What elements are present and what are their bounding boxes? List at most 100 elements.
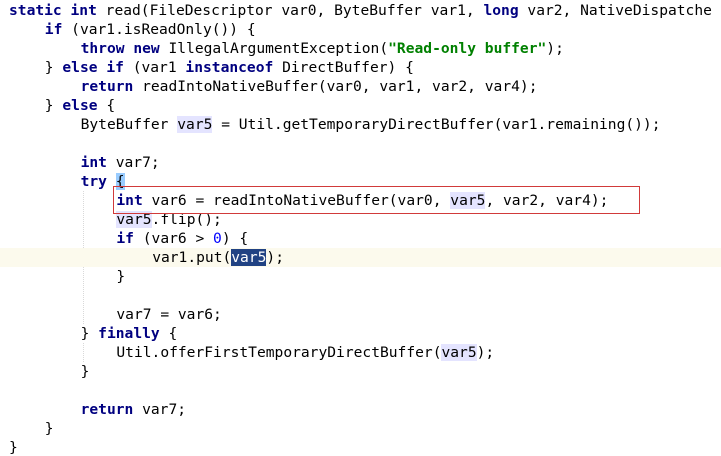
keyword: long xyxy=(483,2,519,19)
code-line[interactable]: } finally { xyxy=(0,324,721,343)
code-token: Util.offerFirstTemporaryDirectBuffer( xyxy=(116,344,442,361)
keyword: int xyxy=(70,2,97,19)
code-token: .flip(); xyxy=(151,211,222,228)
code-line[interactable]: int var6 = readIntoNativeBuffer(var0, va… xyxy=(0,191,721,210)
code-line-text: } else if (var1 instanceof DirectBuffer)… xyxy=(45,58,414,77)
code-line-text: ByteBuffer var5 = Util.getTemporaryDirec… xyxy=(81,115,661,134)
code-line-text: var7 = var6; xyxy=(116,305,221,324)
code-line-text: } xyxy=(116,267,125,286)
keyword: return xyxy=(80,401,134,418)
code-line[interactable]: return var7; xyxy=(0,400,721,419)
code-line-current[interactable]: var1.put(var5); xyxy=(0,248,721,267)
code-token: read(FileDescriptor var0, ByteBuffer var… xyxy=(96,2,484,19)
code-line-text: } finally { xyxy=(81,324,178,343)
code-line[interactable]: var5.flip(); xyxy=(0,210,721,229)
code-line[interactable] xyxy=(0,134,721,153)
code-line[interactable]: if (var1.isReadOnly()) { xyxy=(0,20,721,39)
code-line-text: var1.put(var5); xyxy=(152,248,284,267)
code-line-text: static int read(FileDescriptor var0, Byt… xyxy=(9,1,712,20)
code-line-text: try { xyxy=(81,172,125,191)
keyword: throw xyxy=(80,40,125,57)
code-token: , var2, var4); xyxy=(485,192,609,209)
code-token: ByteBuffer xyxy=(80,116,178,133)
code-line-text: Util.offerFirstTemporaryDirectBuffer(var… xyxy=(116,343,494,362)
matched-brace: { xyxy=(115,173,125,190)
keyword: finally xyxy=(98,325,160,342)
keyword: try xyxy=(80,173,107,190)
code-token: IllegalArgumentException( xyxy=(159,40,389,57)
code-line[interactable]: } xyxy=(0,267,721,286)
code-token: } xyxy=(80,325,99,342)
code-line[interactable]: static int read(FileDescriptor var0, Byt… xyxy=(0,1,721,20)
code-line[interactable]: if (var6 > 0) { xyxy=(0,229,721,248)
keyword: int xyxy=(80,154,107,171)
code-line-text: return var7; xyxy=(81,400,186,419)
code-line-text: } xyxy=(9,438,18,456)
keyword: if xyxy=(116,230,134,247)
code-token: } xyxy=(44,420,54,437)
code-token: var7; xyxy=(133,401,187,418)
code-line-text: var5.flip(); xyxy=(116,210,222,229)
code-editor[interactable]: static int read(FileDescriptor var0, Byt… xyxy=(0,0,721,456)
code-line[interactable]: int var7; xyxy=(0,153,721,172)
code-token: readIntoNativeBuffer(var0, var1, var2, v… xyxy=(133,78,538,95)
code-token: } xyxy=(44,97,63,114)
variable-reference[interactable]: var5 xyxy=(116,211,152,228)
keyword: new xyxy=(133,40,160,57)
code-line[interactable]: return readIntoNativeBuffer(var0, var1, … xyxy=(0,77,721,96)
variable-reference[interactable]: var5 xyxy=(441,344,477,361)
code-line-text: return readIntoNativeBuffer(var0, var1, … xyxy=(81,77,538,96)
code-token: ); xyxy=(266,249,284,266)
code-line[interactable]: throw new IllegalArgumentException("Read… xyxy=(0,39,721,58)
code-token: var7; xyxy=(106,154,160,171)
code-token: ) { xyxy=(221,230,249,247)
code-line[interactable]: try { xyxy=(0,172,721,191)
code-line[interactable] xyxy=(0,286,721,305)
string-literal: "Read-only buffer" xyxy=(388,40,547,57)
code-token: (var6 > xyxy=(133,230,214,247)
code-token: } xyxy=(80,363,90,380)
keyword: return xyxy=(80,78,134,95)
code-line[interactable]: var7 = var6; xyxy=(0,305,721,324)
code-line[interactable] xyxy=(0,381,721,400)
code-line-text: } xyxy=(45,419,54,438)
code-token: DirectBuffer) { xyxy=(273,59,414,76)
keyword: if xyxy=(106,59,124,76)
code-line[interactable]: } xyxy=(0,438,721,456)
code-line[interactable]: } else { xyxy=(0,96,721,115)
code-token: } xyxy=(9,439,18,456)
code-line-text: if (var1.isReadOnly()) { xyxy=(45,20,256,39)
number-literal: 0 xyxy=(213,230,222,247)
code-token: var1.put( xyxy=(152,249,232,266)
variable-reference[interactable]: var5 xyxy=(450,192,486,209)
code-line-text: throw new IllegalArgumentException("Read… xyxy=(81,39,564,58)
code-line[interactable]: Util.offerFirstTemporaryDirectBuffer(var… xyxy=(0,343,721,362)
code-token: ); xyxy=(546,40,564,57)
code-token: var2, NativeDispatche xyxy=(518,2,712,19)
code-token: var6 = readIntoNativeBuffer(var0, xyxy=(142,192,451,209)
code-token: (var1.isReadOnly()) { xyxy=(62,21,256,38)
keyword: if xyxy=(44,21,63,38)
keyword: instanceof xyxy=(185,59,274,76)
code-line[interactable]: } else if (var1 instanceof DirectBuffer)… xyxy=(0,58,721,77)
code-line[interactable]: } xyxy=(0,419,721,438)
code-line-text: int var6 = readIntoNativeBuffer(var0, va… xyxy=(116,191,608,210)
keyword: else xyxy=(62,59,98,76)
code-token: { xyxy=(97,97,116,114)
code-line[interactable]: ByteBuffer var5 = Util.getTemporaryDirec… xyxy=(0,115,721,134)
code-token: (var1 xyxy=(123,59,186,76)
code-token: { xyxy=(159,325,178,342)
code-token: = Util.getTemporaryDirectBuffer(var1.rem… xyxy=(212,116,661,133)
code-line-text: if (var6 > 0) { xyxy=(116,229,248,248)
keyword: static xyxy=(9,2,62,19)
code-line[interactable]: } xyxy=(0,362,721,381)
code-token: } xyxy=(116,268,126,285)
code-token: } xyxy=(44,59,63,76)
code-line-text: int var7; xyxy=(81,153,160,172)
keyword: int xyxy=(116,192,143,209)
variable-reference[interactable]: var5 xyxy=(177,116,213,133)
selected-variable[interactable]: var5 xyxy=(231,249,267,266)
